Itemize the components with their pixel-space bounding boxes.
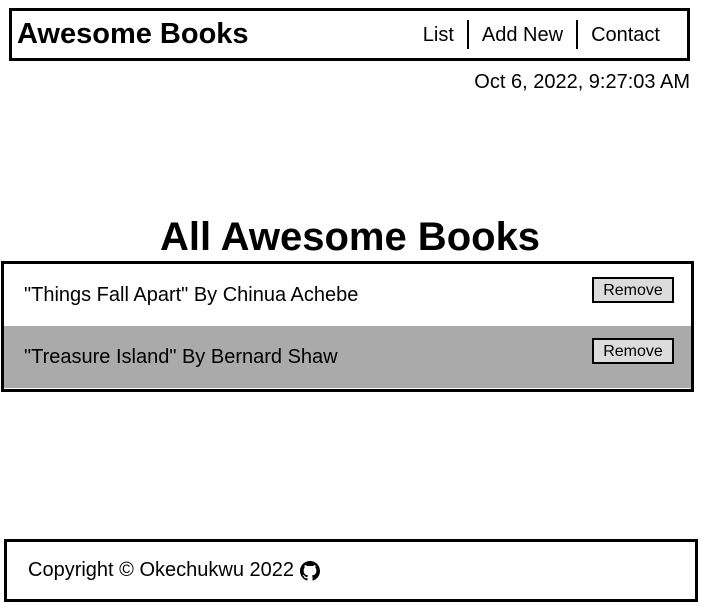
book-item-text: "Things Fall Apart" By Chinua Achebe <box>24 283 359 306</box>
page: Awesome Books List Add New Contact Oct 6… <box>0 0 706 606</box>
nav-link-add-new[interactable]: Add New <box>469 21 576 49</box>
remove-book-button[interactable]: Remove <box>592 338 674 364</box>
nav-link-list[interactable]: List <box>410 21 467 49</box>
book-item-text: "Treasure Island" By Bernard Shaw <box>24 345 338 368</box>
book-item: "Things Fall Apart" By Chinua Achebe Rem… <box>4 264 691 326</box>
brand-title: Awesome Books <box>17 18 249 50</box>
nav-link-contact[interactable]: Contact <box>578 21 673 49</box>
nav-links: List Add New Contact <box>410 11 687 58</box>
book-item: "Treasure Island" By Bernard Shaw Remove <box>4 326 691 388</box>
footer: Copyright © Okechukwu 2022 <box>4 539 698 602</box>
book-list: "Things Fall Apart" By Chinua Achebe Rem… <box>1 261 694 392</box>
current-datetime: Oct 6, 2022, 9:27:03 AM <box>474 71 690 93</box>
page-title: All Awesome Books <box>159 215 541 259</box>
navbar: Awesome Books List Add New Contact <box>9 8 690 61</box>
copyright-text: Copyright © Okechukwu 2022 <box>28 559 294 581</box>
github-icon[interactable] <box>300 560 320 581</box>
remove-book-button[interactable]: Remove <box>592 277 674 303</box>
